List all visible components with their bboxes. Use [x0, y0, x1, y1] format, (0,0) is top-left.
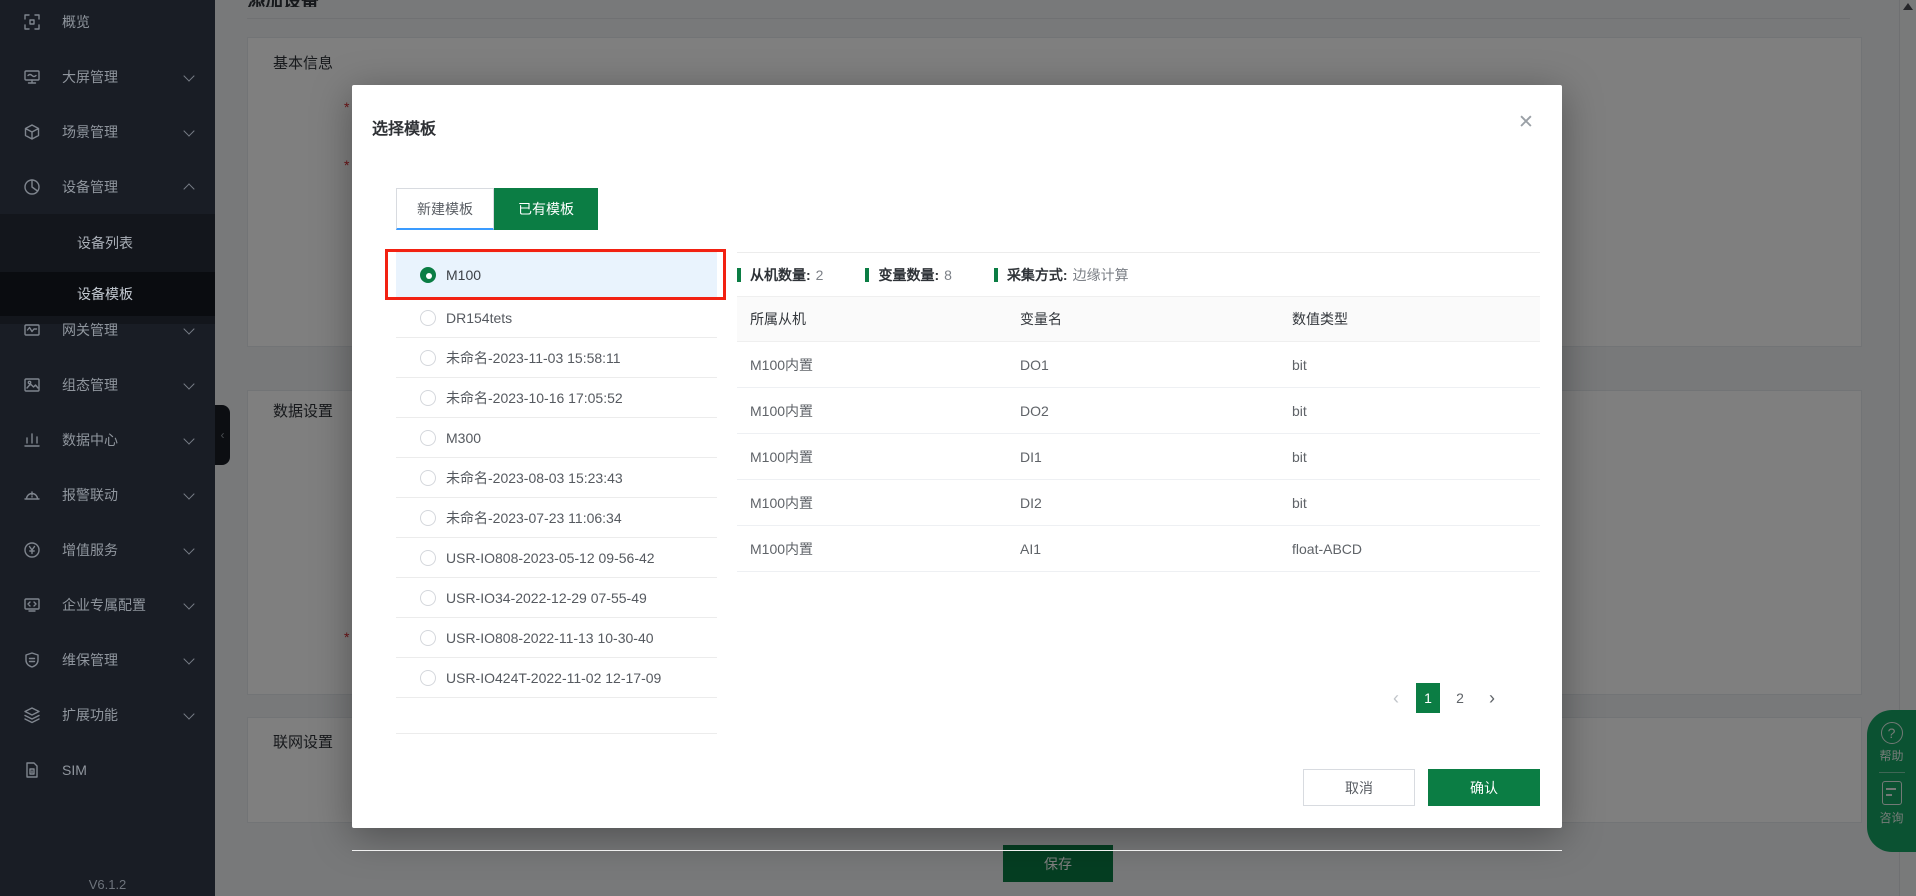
template-option[interactable]: USR-IO808-2023-05-12 09-56-42	[396, 538, 717, 578]
sidebar-item-extension[interactable]: 扩展功能	[0, 693, 215, 737]
radio-icon[interactable]	[420, 310, 436, 326]
radio-icon[interactable]	[420, 350, 436, 366]
template-option[interactable]: USR-IO808-2022-11-13 10-30-40	[396, 618, 717, 658]
modal-title: 选择模板	[372, 115, 436, 139]
hmi-icon	[22, 375, 42, 395]
template-option[interactable]: USR-IO424T-2022-11-02 12-17-09	[396, 658, 717, 698]
chevron-down-icon	[183, 543, 194, 554]
sidebar-item-maintenance[interactable]: 维保管理	[0, 638, 215, 682]
table-row: M100内置 DO1 bit	[737, 342, 1540, 388]
col-header-type: 数值类型	[1292, 297, 1540, 342]
stat-bar	[994, 268, 998, 282]
table-row: M100内置 AI1 float-ABCD	[737, 526, 1540, 572]
close-icon[interactable]: ✕	[1518, 111, 1534, 134]
sidebar-item-scene[interactable]: 场景管理	[0, 110, 215, 154]
chevron-up-icon	[183, 183, 194, 194]
template-detail-panel: 从机数量: 2 变量数量: 8 采集方式: 边缘计算 所属从机	[737, 252, 1540, 572]
stat-variable-count: 变量数量: 8	[865, 265, 951, 285]
page-prev-icon[interactable]: ‹	[1384, 683, 1408, 713]
cancel-button[interactable]: 取消	[1303, 769, 1415, 806]
chevron-down-icon	[183, 433, 194, 444]
sim-icon	[22, 760, 42, 780]
template-tabs: 新建模板 已有模板	[396, 188, 598, 230]
gateway-icon	[22, 320, 42, 340]
select-template-modal: 选择模板 ✕ 新建模板 已有模板 M100 DR154tets 未命名-2023…	[352, 85, 1562, 828]
sidebar-item-device-list[interactable]: 设备列表	[0, 221, 215, 265]
radio-icon[interactable]	[420, 630, 436, 646]
chevron-down-icon	[183, 378, 194, 389]
stat-collection-mode: 采集方式: 边缘计算	[994, 265, 1129, 285]
table-row: M100内置 DO2 bit	[737, 388, 1540, 434]
template-option[interactable]: 未命名-2023-07-23 11:06:34	[396, 498, 717, 538]
template-option-m100[interactable]: M100	[396, 253, 717, 298]
radio-icon[interactable]	[420, 590, 436, 606]
value-service-icon	[22, 540, 42, 560]
template-option[interactable]: 未命名-2023-11-03 15:58:11	[396, 338, 717, 378]
chevron-down-icon	[183, 708, 194, 719]
table-row: M100内置 DI1 bit	[737, 434, 1540, 480]
chevron-down-icon	[183, 323, 194, 334]
sidebar-item-datacenter[interactable]: 数据中心	[0, 418, 215, 462]
sidebar: 概览 大屏管理 场景管理 设备管理 设备列表 设备模板 网关管理	[0, 0, 215, 896]
tab-existing-template[interactable]: 已有模板	[494, 188, 598, 230]
stat-bar	[737, 268, 741, 282]
template-option[interactable]: 未命名-2023-10-16 17:05:52	[396, 378, 717, 418]
chevron-down-icon	[183, 598, 194, 609]
table-row: M100内置 DI2 bit	[737, 480, 1540, 526]
stat-slave-count: 从机数量: 2	[737, 265, 823, 285]
template-stats: 从机数量: 2 变量数量: 8 采集方式: 边缘计算	[737, 253, 1540, 296]
app-screen: 概览 大屏管理 场景管理 设备管理 设备列表 设备模板 网关管理	[0, 0, 1916, 896]
confirm-button[interactable]: 确认	[1428, 769, 1540, 806]
chevron-down-icon	[183, 70, 194, 81]
sidebar-item-sim[interactable]: SIM	[0, 748, 215, 792]
page-button-2[interactable]: 2	[1448, 683, 1472, 713]
sidebar-item-device[interactable]: 设备管理	[0, 165, 215, 209]
radio-icon[interactable]	[420, 390, 436, 406]
template-option[interactable]: USR-IO34-2022-12-29 07-55-49	[396, 578, 717, 618]
template-option[interactable]: M300	[396, 418, 717, 458]
page-next-icon[interactable]: ›	[1480, 683, 1504, 713]
col-header-slave: 所属从机	[737, 297, 1020, 342]
extension-icon	[22, 705, 42, 725]
stat-bar	[865, 268, 869, 282]
sidebar-item-bigscreen[interactable]: 大屏管理	[0, 55, 215, 99]
bigscreen-icon	[22, 67, 42, 87]
radio-icon[interactable]	[420, 550, 436, 566]
template-list: M100 DR154tets 未命名-2023-11-03 15:58:11 未…	[396, 252, 717, 734]
sidebar-item-value-service[interactable]: 增值服务	[0, 528, 215, 572]
chevron-down-icon	[183, 488, 194, 499]
tab-new-template[interactable]: 新建模板	[396, 188, 494, 230]
chevron-down-icon	[183, 653, 194, 664]
radio-icon[interactable]	[420, 510, 436, 526]
datacenter-icon	[22, 430, 42, 450]
sidebar-item-alarm[interactable]: 报警联动	[0, 473, 215, 517]
alarm-icon	[22, 485, 42, 505]
radio-icon[interactable]	[420, 670, 436, 686]
enterprise-icon	[22, 595, 42, 615]
pagination: ‹ 1 2 ›	[1380, 683, 1508, 713]
radio-icon[interactable]	[420, 430, 436, 446]
sidebar-item-hmi[interactable]: 组态管理	[0, 363, 215, 407]
modal-footer-divider	[352, 850, 1562, 851]
sidebar-item-gateway[interactable]: 网关管理	[0, 308, 215, 352]
template-option[interactable]: 未命名-2023-08-03 15:23:43	[396, 458, 717, 498]
radio-icon[interactable]	[420, 470, 436, 486]
col-header-variable: 变量名	[1020, 297, 1292, 342]
radio-checked-icon[interactable]	[420, 267, 436, 283]
device-icon	[22, 177, 42, 197]
page-button-1[interactable]: 1	[1416, 683, 1440, 713]
variables-table: 所属从机 变量名 数值类型 M100内置 DO1 bit M100内置 DO2 …	[737, 296, 1540, 572]
overview-icon	[22, 12, 42, 32]
scene-icon	[22, 122, 42, 142]
app-version: V6.1.2	[0, 877, 215, 892]
chevron-down-icon	[183, 125, 194, 136]
sidebar-item-overview[interactable]: 概览	[0, 0, 215, 44]
sidebar-item-enterprise[interactable]: 企业专属配置	[0, 583, 215, 627]
maintenance-icon	[22, 650, 42, 670]
template-option[interactable]: DR154tets	[396, 298, 717, 338]
